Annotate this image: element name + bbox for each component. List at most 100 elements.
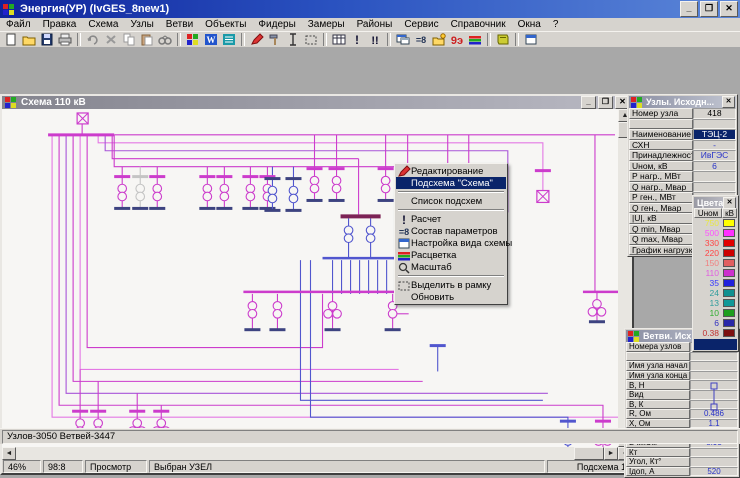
context-menu-item-9[interactable]: Обновить (396, 291, 506, 303)
colors-row-9[interactable]: 10 (694, 308, 737, 318)
toolbar-select-frame-icon[interactable] (302, 32, 320, 47)
menu-item-2[interactable]: Схема (82, 19, 124, 30)
toolbar-colorize-icon[interactable] (466, 32, 484, 47)
colors-row-10[interactable]: 6 (694, 318, 737, 328)
context-menu-item-6[interactable]: Расцветка (396, 249, 506, 261)
app-title-bar[interactable]: Энергия(УР) (IvGES_8new1) _ ❐ ✕ (0, 0, 740, 18)
menu-item-7[interactable]: Замеры (302, 19, 351, 30)
toolbar-calc-icon[interactable]: ! (348, 32, 366, 47)
nodes-row-value[interactable]: 418 (693, 108, 736, 119)
toolbar-undo-icon[interactable] (84, 32, 102, 47)
color-swatch[interactable] (723, 259, 735, 267)
menu-item-1[interactable]: Правка (37, 19, 83, 30)
nodes-row-value[interactable]: 6 (693, 161, 736, 172)
schematic-canvas[interactable] (2, 109, 618, 447)
branches-row-value[interactable] (690, 457, 738, 467)
colors-row-0[interactable]: 750 (694, 218, 737, 228)
power-grid-schematic[interactable] (2, 109, 618, 447)
color-swatch[interactable] (723, 219, 735, 227)
nodes-row-value[interactable]: ТЭЦ-2 (693, 129, 736, 140)
colors-row-4[interactable]: 150 (694, 258, 737, 268)
toolbar-tools-icon[interactable] (266, 32, 284, 47)
color-swatch[interactable] (723, 269, 735, 277)
color-swatch[interactable] (723, 239, 735, 247)
toolbar-excel-export-icon[interactable] (220, 32, 238, 47)
colors-selected-row[interactable] (694, 339, 737, 350)
menu-item-8[interactable]: Районы (351, 19, 399, 30)
close-button[interactable]: ✕ (720, 1, 738, 17)
toolbar-app-icon[interactable] (184, 32, 202, 47)
toolbar-find-icon[interactable] (156, 32, 174, 47)
menu-item-11[interactable]: Окна (512, 19, 547, 30)
toolbar-reference-book-icon[interactable] (494, 32, 512, 47)
horizontal-scrollbar[interactable]: ◄ ► ◄ (2, 447, 632, 460)
color-swatch[interactable] (723, 309, 735, 317)
branches-row-value[interactable] (690, 352, 738, 362)
branches-row-value[interactable]: 1.1 (690, 419, 738, 429)
toolbar-text-tool-icon[interactable] (284, 32, 302, 47)
toolbar-new-icon[interactable] (2, 32, 20, 47)
schema-title-bar[interactable]: Схема 110 кВ _ ❐ ✕ (2, 96, 632, 109)
colors-row-5[interactable]: 110 (694, 268, 737, 278)
scroll-right-button[interactable]: ► (604, 447, 618, 460)
menu-item-3[interactable]: Узлы (124, 19, 159, 30)
context-menu-item-1[interactable]: Подсхема "Схема" (396, 177, 506, 189)
menu-item-4[interactable]: Ветви (160, 19, 199, 30)
context-menu-item-2[interactable]: Список подсхем (396, 195, 506, 207)
branches-row-value[interactable] (690, 371, 738, 381)
toolbar-parameters-icon[interactable]: =8 (412, 32, 430, 47)
colors-row-3[interactable]: 220 (694, 248, 737, 258)
menu-item-0[interactable]: Файл (0, 19, 37, 30)
nodes-row-value[interactable]: ИвГЭС (693, 150, 736, 161)
horizontal-scroll-thumb[interactable] (574, 447, 604, 460)
toolbar-print-icon[interactable] (56, 32, 74, 47)
menu-item-9[interactable]: Сервис (398, 19, 444, 30)
toolbar-calc-all-icon[interactable]: !! (366, 32, 384, 47)
colors-panel-title-bar[interactable]: Цвета ✕ (694, 197, 737, 208)
context-menu-item-5[interactable]: Настройка вида схемы (396, 237, 506, 249)
toolbar-edit-mode-icon[interactable] (248, 32, 266, 47)
colors-row-1[interactable]: 500 (694, 228, 737, 238)
nodes-row-value[interactable]: - (693, 140, 736, 151)
schema-minimize-button[interactable]: _ (581, 96, 596, 109)
nodes-panel-title-bar[interactable]: Узлы. Исходн... ✕ (629, 96, 736, 108)
toolbar-paste-icon[interactable] (138, 32, 156, 47)
schema-restore-button[interactable]: ❐ (598, 96, 613, 109)
color-swatch[interactable] (723, 319, 735, 327)
colors-row-2[interactable]: 330 (694, 238, 737, 248)
menu-item-6[interactable]: Фидеры (252, 19, 301, 30)
toolbar-voltage-labels-icon[interactable]: 9э (448, 32, 466, 47)
branches-row-value[interactable] (690, 448, 738, 458)
color-swatch[interactable] (723, 229, 735, 237)
toolbar-open-icon[interactable] (20, 32, 38, 47)
color-swatch[interactable] (723, 299, 735, 307)
nodes-row-value[interactable] (693, 171, 736, 182)
color-swatch[interactable] (723, 289, 735, 297)
context-menu-item-7[interactable]: Масштаб (396, 261, 506, 273)
restore-button[interactable]: ❐ (700, 1, 718, 17)
toolbar-table-icon[interactable] (330, 32, 348, 47)
menu-item-10[interactable]: Справочник (445, 19, 512, 30)
menu-item-5[interactable]: Объекты (199, 19, 252, 30)
horizontal-scroll-track[interactable] (16, 447, 574, 460)
nodes-row-value[interactable] (693, 119, 736, 130)
color-swatch[interactable] (723, 249, 735, 257)
scroll-left-button[interactable]: ◄ (2, 447, 16, 460)
minimize-button[interactable]: _ (680, 1, 698, 17)
toolbar-windows-list-icon[interactable] (394, 32, 412, 47)
menu-item-12[interactable]: ? (547, 19, 565, 30)
color-swatch[interactable] (723, 329, 735, 337)
toolbar-word-export-icon[interactable]: W (202, 32, 220, 47)
nodes-panel-close-icon[interactable]: ✕ (722, 96, 735, 108)
color-swatch[interactable] (723, 279, 735, 287)
toolbar-copy-icon[interactable] (120, 32, 138, 47)
nodes-row-value[interactable] (693, 182, 736, 193)
colors-row-8[interactable]: 13 (694, 298, 737, 308)
colors-panel-close-icon[interactable]: ✕ (723, 197, 736, 209)
branches-row-value[interactable] (690, 361, 738, 371)
colors-row-6[interactable]: 35 (694, 278, 737, 288)
context-menu-item-0[interactable]: Редактирование (396, 165, 506, 177)
toolbar-save-icon[interactable] (38, 32, 56, 47)
toolbar-properties-icon[interactable] (430, 32, 448, 47)
toolbar-schema-window-icon[interactable] (522, 32, 540, 47)
